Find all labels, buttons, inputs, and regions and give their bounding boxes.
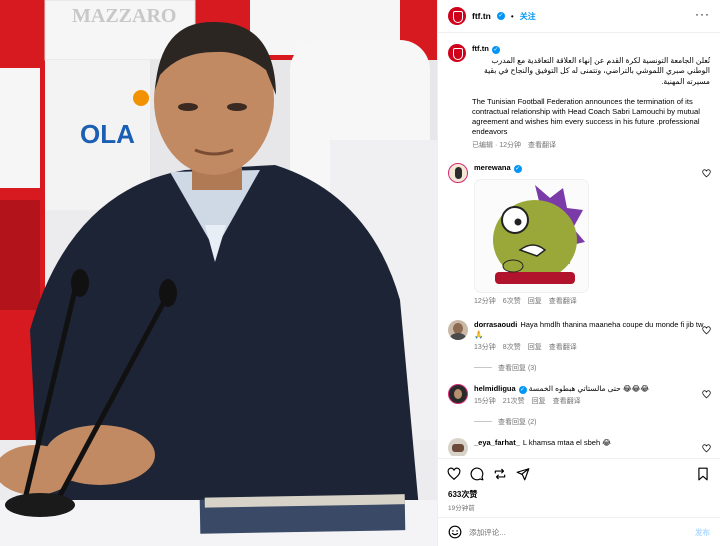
comment-username[interactable]: dorrasaoudi <box>474 320 517 329</box>
post-actions-bar <box>438 458 720 488</box>
verified-badge-icon: ✓ <box>496 12 505 20</box>
commenter-avatar[interactable] <box>448 383 468 404</box>
post-caption: ftf.tn ✓ تُعلن الجامعة التونسية لكرة القد… <box>438 34 720 151</box>
sponsor-text-1: MAZZARO <box>72 5 176 27</box>
comment-item: helmidligua ✓ حتى مالستاتي هبطوه الخمسة 😂… <box>438 383 720 407</box>
comment-time: 13分钟 <box>474 343 496 351</box>
comment-item: merewana ✓ 12分钟 6次赞 回复 查看翻译 <box>438 162 720 307</box>
comment-heart-icon[interactable] <box>702 169 711 178</box>
comment-input[interactable] <box>469 527 688 537</box>
post-header: ftf.tn ✓ • 关注 ··· <box>438 0 720 33</box>
translate-link[interactable]: 查看翻译 <box>553 397 581 407</box>
comment-likes[interactable]: 8次赞 <box>503 343 521 353</box>
caption-translate-link[interactable]: 查看翻译 <box>528 141 556 151</box>
translate-link[interactable]: 查看翻译 <box>549 297 577 307</box>
verified-badge-icon: ✓ <box>491 46 500 54</box>
comment-heart-icon[interactable] <box>702 326 711 335</box>
comment-time: 12分钟 <box>474 297 496 305</box>
comment-username[interactable]: _eya_farhat_ <box>474 438 520 447</box>
comments-scroll-area[interactable]: ftf.tn ✓ تُعلن الجامعة التونسية لكرة القد… <box>438 34 720 456</box>
likes-count[interactable]: 633次赞 <box>448 489 477 500</box>
verified-badge-icon: ✓ <box>513 164 522 173</box>
commenter-avatar[interactable] <box>448 162 468 183</box>
comment-username[interactable]: helmidligua <box>474 384 516 393</box>
comment-time: 15分钟 <box>474 397 496 405</box>
comment-heart-icon[interactable] <box>702 390 711 399</box>
reply-button[interactable]: 回复 <box>528 343 542 353</box>
translate-link[interactable]: 查看翻译 <box>549 343 577 353</box>
comment-sticker-image <box>474 178 589 293</box>
reply-button[interactable]: 回复 <box>532 397 546 407</box>
comment-item: dorrasaoudi Haya hmdlh thanina maaneha co… <box>438 319 720 353</box>
share-icon[interactable] <box>516 467 530 481</box>
comment-likes[interactable]: 21次赞 <box>503 397 525 407</box>
comment-text: L khamsa mtaa el sbeh 😂 <box>522 437 611 447</box>
view-replies-toggle[interactable]: 查看回复 (3) <box>438 363 720 373</box>
add-comment-bar: 发布 <box>438 517 720 546</box>
more-icon[interactable]: ··· <box>695 8 710 20</box>
post-comment-button[interactable]: 发布 <box>695 527 710 538</box>
post-side-panel: ftf.tn ✓ • 关注 ··· ftf.tn ✓ تُعلن الجامعة … <box>437 0 720 546</box>
comment-icon[interactable] <box>470 467 484 481</box>
emoji-icon[interactable] <box>448 525 462 539</box>
posted-time: 19分钟前 <box>448 505 475 512</box>
post-photo[interactable]: MAZZARO OLA <box>0 0 437 546</box>
bookmark-icon[interactable] <box>696 467 710 481</box>
separator-dot: • <box>510 11 514 21</box>
comment-likes[interactable]: 6次赞 <box>503 297 521 307</box>
comment-item: _eya_farhat_ L khamsa mtaa el sbeh 😂 <box>438 437 720 456</box>
instagram-post-window: MAZZARO OLA ftf.tn ✓ • 关注 ··· ftf.tn ✓ ت… <box>0 0 720 546</box>
account-username[interactable]: ftf.tn <box>472 11 491 21</box>
commenter-avatar[interactable] <box>448 319 468 340</box>
caption-arabic-text: تُعلن الجامعة التونسية لكرة القدم عن إنه… <box>484 56 710 86</box>
heart-icon[interactable] <box>447 467 461 481</box>
caption-english-text: The Tunisian Football Federation announc… <box>472 96 700 137</box>
comment-heart-icon[interactable] <box>702 444 711 453</box>
press-conference-image: MAZZARO OLA <box>0 0 437 546</box>
caption-avatar[interactable] <box>448 44 466 62</box>
verified-badge-icon: ✓ <box>518 385 527 394</box>
comment-username[interactable]: merewana <box>474 163 511 172</box>
reply-button[interactable]: 回复 <box>528 297 542 307</box>
edited-label: 已编辑 · 12分钟 <box>472 141 522 149</box>
account-avatar[interactable] <box>448 7 466 25</box>
sponsor-text-2: OLA <box>80 119 135 149</box>
comment-text: حتى مالستاتي هبطوه الخمسة 😂😂😂 <box>528 383 650 393</box>
follow-button[interactable]: 关注 <box>520 11 536 22</box>
repost-icon[interactable] <box>493 467 507 481</box>
caption-username[interactable]: ftf.tn <box>472 44 489 53</box>
view-replies-toggle[interactable]: 查看回复 (2) <box>438 417 720 427</box>
commenter-avatar[interactable] <box>448 437 468 456</box>
